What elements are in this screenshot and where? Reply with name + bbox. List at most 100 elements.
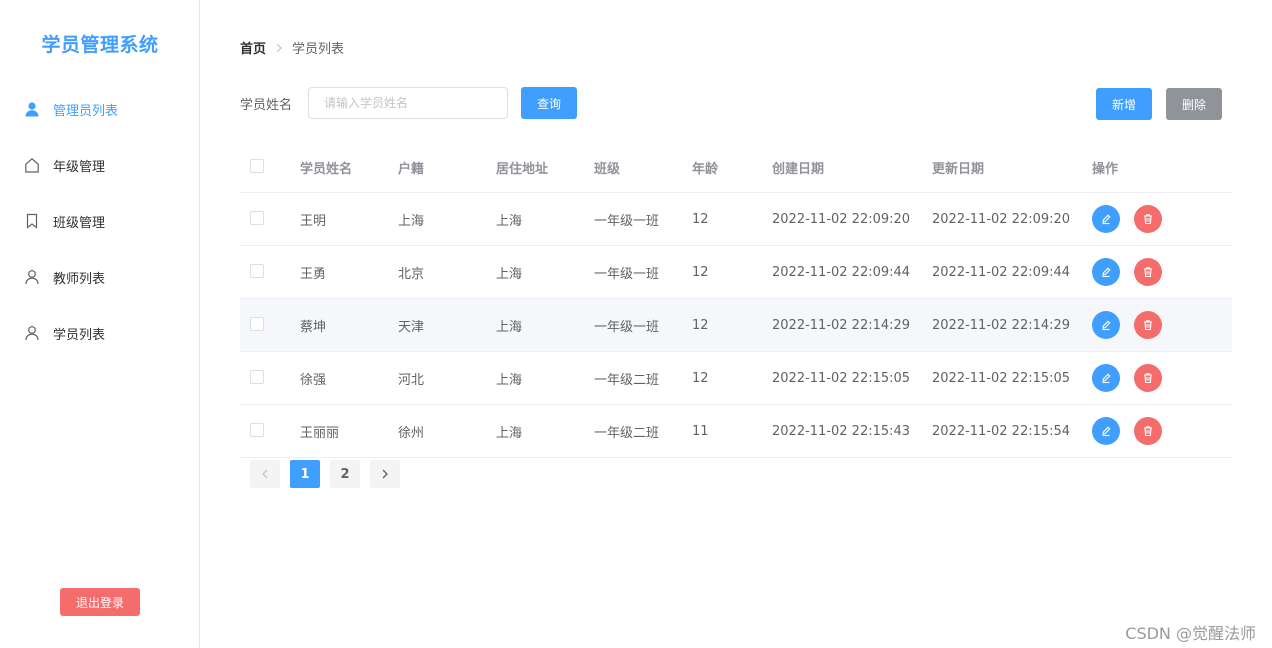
sidebar-item-admin-list[interactable]: 管理员列表 <box>0 81 199 137</box>
student-name-input[interactable] <box>308 87 508 119</box>
cell-hometown: 河北 <box>398 372 425 388</box>
sidebar-item-label: 班级管理 <box>53 215 106 231</box>
page-button[interactable]: 2 <box>330 460 360 488</box>
row-checkbox[interactable] <box>250 210 264 225</box>
column-header: 操作 <box>1092 162 1119 177</box>
sidebar-item-student-list[interactable]: 学员列表 <box>0 305 199 361</box>
sidebar-item-class-manage[interactable]: 班级管理 <box>0 193 199 249</box>
cell-class: 一年级二班 <box>594 425 660 441</box>
row-checkbox[interactable] <box>250 316 264 331</box>
trash-icon <box>1144 373 1152 384</box>
cell-address: 上海 <box>496 319 523 335</box>
row-checkbox[interactable] <box>250 263 264 278</box>
cell-address: 上海 <box>496 266 523 282</box>
cell-address: 上海 <box>496 425 523 441</box>
app-title: 学员管理系统 <box>41 34 159 56</box>
breadcrumb: 首页 学员列表 <box>240 38 344 57</box>
cell-age: 11 <box>692 423 709 439</box>
cell-created: 2022-11-02 22:15:43 <box>772 423 911 439</box>
column-header: 创建日期 <box>772 162 825 177</box>
table-row: 王丽丽 徐州 上海 一年级二班 11 2022-11-02 22:15:43 2022-11… <box>240 405 1232 458</box>
edit-button[interactable] <box>1092 364 1120 392</box>
delete-button[interactable]: 删除 <box>1166 88 1222 120</box>
cell-updated: 2022-11-02 22:15:05 <box>932 370 1071 386</box>
cell-updated: 2022-11-02 22:14:29 <box>932 317 1071 333</box>
delete-row-button[interactable] <box>1134 205 1162 233</box>
trash-icon <box>1144 267 1152 278</box>
student-table: 学员姓名 户籍 居住地址 班级 年龄 创建日期 更新日期 操作 王明 上海 上海 一年… <box>240 143 1232 458</box>
cell-updated: 2022-11-02 22:09:20 <box>932 211 1071 227</box>
cell-created: 2022-11-02 22:09:44 <box>772 264 911 280</box>
edit-icon <box>1102 320 1111 331</box>
delete-row-button[interactable] <box>1134 311 1162 339</box>
cell-hometown: 上海 <box>398 213 425 229</box>
delete-row-button[interactable] <box>1134 258 1162 286</box>
sidebar-item-label: 年级管理 <box>53 159 106 175</box>
cell-name: 王明 <box>300 213 327 229</box>
edit-icon <box>1102 426 1111 437</box>
cell-address: 上海 <box>496 372 523 388</box>
cell-name: 蔡坤 <box>300 319 327 335</box>
row-checkbox[interactable] <box>250 422 264 437</box>
trash-icon <box>1144 320 1152 331</box>
chevron-right-icon <box>275 43 283 53</box>
row-checkbox[interactable] <box>250 369 264 384</box>
delete-row-button[interactable] <box>1134 417 1162 445</box>
cell-updated: 2022-11-02 22:09:44 <box>932 264 1071 280</box>
home-icon <box>24 157 40 173</box>
cell-age: 12 <box>692 370 709 386</box>
cell-hometown: 北京 <box>398 266 425 282</box>
sidebar-item-grade-manage[interactable]: 年级管理 <box>0 137 199 193</box>
column-header: 年龄 <box>692 162 719 177</box>
sidebar-item-label: 学员列表 <box>53 327 106 343</box>
edit-icon <box>1102 214 1111 225</box>
page-button[interactable]: 1 <box>290 460 320 488</box>
edit-icon <box>1102 267 1111 278</box>
sidebar: 学员管理系统 管理员列表 年级管理 班级管理 教师列表 学员列表 退出登录 <box>0 0 200 648</box>
pagination: 1 2 <box>250 460 410 488</box>
search-label: 学员姓名 <box>240 98 293 113</box>
table-header: 学员姓名 户籍 居住地址 班级 年龄 创建日期 更新日期 操作 <box>240 143 1232 193</box>
column-header: 户籍 <box>398 162 425 177</box>
edit-button[interactable] <box>1092 417 1120 445</box>
user-icon <box>24 269 40 285</box>
cell-created: 2022-11-02 22:15:05 <box>772 370 911 386</box>
breadcrumb-home[interactable]: 首页 <box>240 38 266 57</box>
cell-name: 王丽丽 <box>300 425 340 441</box>
sidebar-menu: 管理员列表 年级管理 班级管理 教师列表 学员列表 <box>0 81 199 361</box>
edit-button[interactable] <box>1092 205 1120 233</box>
cell-created: 2022-11-02 22:09:20 <box>772 211 911 227</box>
cell-age: 12 <box>692 317 709 333</box>
sidebar-item-teacher-list[interactable]: 教师列表 <box>0 249 199 305</box>
prev-page-button[interactable] <box>250 460 280 488</box>
add-button[interactable]: 新增 <box>1096 88 1152 120</box>
trash-icon <box>1144 214 1152 225</box>
edit-button[interactable] <box>1092 311 1120 339</box>
edit-button[interactable] <box>1092 258 1120 286</box>
cell-age: 12 <box>692 211 709 227</box>
chevron-left-icon <box>262 469 268 479</box>
delete-row-button[interactable] <box>1134 364 1162 392</box>
column-header: 更新日期 <box>932 162 985 177</box>
user-icon <box>24 325 40 341</box>
cell-class: 一年级二班 <box>594 372 660 388</box>
logout-button[interactable]: 退出登录 <box>60 588 140 616</box>
query-button[interactable]: 查询 <box>521 87 577 119</box>
cell-hometown: 天津 <box>398 319 425 335</box>
table-body: 王明 上海 上海 一年级一班 12 2022-11-02 22:09:20 2022-11-… <box>240 193 1232 458</box>
next-page-button[interactable] <box>370 460 400 488</box>
select-all-checkbox[interactable] <box>250 159 264 173</box>
column-header: 居住地址 <box>496 162 549 177</box>
cell-created: 2022-11-02 22:14:29 <box>772 317 911 333</box>
cell-name: 王勇 <box>300 266 327 282</box>
cell-name: 徐强 <box>300 372 327 388</box>
sidebar-item-label: 管理员列表 <box>53 103 119 119</box>
cell-updated: 2022-11-02 22:15:54 <box>932 423 1071 439</box>
watermark: CSDN @觉醒法师 <box>1125 624 1256 643</box>
cell-hometown: 徐州 <box>398 425 425 441</box>
sidebar-item-label: 教师列表 <box>53 271 106 287</box>
cell-class: 一年级一班 <box>594 319 660 335</box>
column-header: 班级 <box>594 162 621 177</box>
cell-address: 上海 <box>496 213 523 229</box>
cell-class: 一年级一班 <box>594 213 660 229</box>
